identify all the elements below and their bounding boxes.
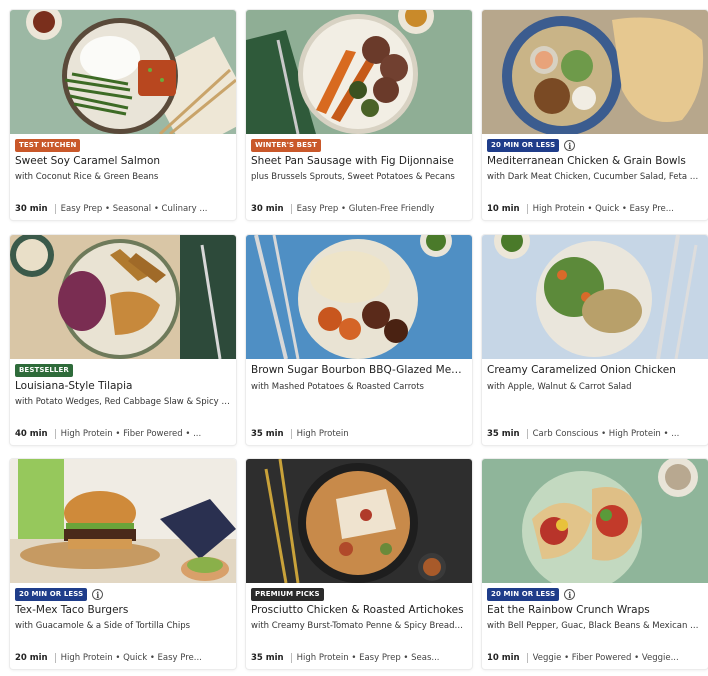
recipe-subtitle: with Creamy Burst-Tomato Penne & Spicy B… [251,621,466,631]
prep-time: 40 min [15,429,48,439]
recipe-meta: 10 min High Protein • Quick • Easy Pre..… [487,204,702,214]
divider [54,204,56,214]
divider [290,653,292,663]
recipe-photo[interactable] [10,10,236,134]
recipe-tags: High Protein • Fiber Powered • ... [60,429,202,439]
prep-time: 10 min [487,653,520,663]
badge-row: WINTER'S BEST [251,139,321,152]
recipe-photo[interactable] [10,459,236,583]
prep-time: 35 min [487,429,520,439]
recipe-card-creamy-caramelized-onion-chicken[interactable]: Creamy Caramelized Onion Chicken with Ap… [482,235,708,445]
divider [290,204,292,214]
recipe-title[interactable]: Brown Sugar Bourbon BBQ-Glazed Meat... [251,364,466,376]
prep-time: 20 min [15,653,48,663]
badge-row: 20 MIN OR LESS i [487,588,576,601]
info-icon[interactable]: i [564,589,576,600]
recipe-card-brown-sugar-bourbon-bbq-meatloaf[interactable]: Brown Sugar Bourbon BBQ-Glazed Meat... w… [246,235,472,445]
recipe-tags: Easy Prep • Gluten-Free Friendly [296,204,435,214]
recipe-badge: BESTSELLER [15,364,73,377]
recipe-meta: 40 min High Protein • Fiber Powered • ..… [15,429,230,439]
prep-time: 30 min [15,204,48,214]
recipe-badge: 20 MIN OR LESS [15,588,88,601]
recipe-title[interactable]: Eat the Rainbow Crunch Wraps [487,604,702,616]
divider [526,429,528,439]
recipe-tags: Carb Conscious • High Protein • ... [532,429,680,439]
recipe-grid: TEST KITCHEN Sweet Soy Caramel Salmon wi… [0,0,708,676]
badge-row: 20 MIN OR LESS i [15,588,104,601]
recipe-card-eat-the-rainbow-crunch-wraps[interactable]: 20 MIN OR LESS i Eat the Rainbow Crunch … [482,459,708,669]
recipe-subtitle: with Guacamole & a Side of Tortilla Chip… [15,621,191,631]
recipe-subtitle: plus Brussels Sprouts, Sweet Potatoes & … [251,172,455,182]
recipe-title[interactable]: Sweet Soy Caramel Salmon [15,155,230,167]
recipe-photo[interactable] [10,235,236,359]
recipe-card-prosciutto-chicken[interactable]: PREMIUM PICKS Prosciutto Chicken & Roast… [246,459,472,669]
recipe-tags: High Protein • Easy Prep • Seas... [296,653,440,663]
recipe-meta: 35 min High Protein [251,429,466,439]
recipe-card-sweet-soy-caramel-salmon[interactable]: TEST KITCHEN Sweet Soy Caramel Salmon wi… [10,10,236,220]
recipe-photo[interactable] [482,10,708,134]
divider [526,204,528,214]
recipe-tags: Veggie • Fiber Powered • Veggie... [532,653,679,663]
badge-row: TEST KITCHEN [15,139,81,152]
prep-time: 30 min [251,204,284,214]
recipe-card-tex-mex-taco-burgers[interactable]: 20 MIN OR LESS i Tex-Mex Taco Burgers wi… [10,459,236,669]
divider [54,653,56,663]
info-icon[interactable]: i [92,589,104,600]
prep-time: 10 min [487,204,520,214]
recipe-badge: PREMIUM PICKS [251,588,324,601]
recipe-subtitle: with Apple, Walnut & Carrot Salad [487,382,632,392]
divider [526,653,528,663]
recipe-subtitle: with Bell Pepper, Guac, Black Beans & Me… [487,621,702,631]
recipe-meta: 35 min Carb Conscious • High Protein • .… [487,429,702,439]
divider [54,429,56,439]
recipe-subtitle: with Dark Meat Chicken, Cucumber Salad, … [487,172,702,182]
divider [290,429,292,439]
badge-row: PREMIUM PICKS [251,588,324,601]
recipe-tags: High Protein • Quick • Easy Pre... [60,653,202,663]
recipe-photo[interactable] [482,459,708,583]
recipe-badge: WINTER'S BEST [251,139,321,152]
recipe-meta: 30 min Easy Prep • Gluten-Free Friendly [251,204,466,214]
badge-row: 20 MIN OR LESS i [487,139,576,152]
recipe-card-sheet-pan-sausage[interactable]: WINTER'S BEST Sheet Pan Sausage with Fig… [246,10,472,220]
recipe-photo[interactable] [482,235,708,359]
recipe-subtitle: with Potato Wedges, Red Cabbage Slaw & S… [15,397,230,407]
recipe-meta: 30 min Easy Prep • Seasonal • Culinary .… [15,204,230,214]
recipe-meta: 10 min Veggie • Fiber Powered • Veggie..… [487,653,702,663]
recipe-badge: TEST KITCHEN [15,139,81,152]
prep-time: 35 min [251,429,284,439]
recipe-photo[interactable] [246,459,472,583]
recipe-subtitle: with Mashed Potatoes & Roasted Carrots [251,382,424,392]
recipe-title[interactable]: Sheet Pan Sausage with Fig Dijonnaise [251,155,466,167]
recipe-photo[interactable] [246,10,472,134]
recipe-card-mediterranean-chicken-bowls[interactable]: 20 MIN OR LESS i Mediterranean Chicken &… [482,10,708,220]
prep-time: 35 min [251,653,284,663]
recipe-subtitle: with Coconut Rice & Green Beans [15,172,159,182]
recipe-tags: High Protein • Quick • Easy Pre... [532,204,674,214]
recipe-badge: 20 MIN OR LESS [487,588,560,601]
recipe-meta: 35 min High Protein • Easy Prep • Seas..… [251,653,466,663]
recipe-card-louisiana-style-tilapia[interactable]: BESTSELLER Louisiana-Style Tilapia with … [10,235,236,445]
info-icon[interactable]: i [564,140,576,151]
recipe-meta: 20 min High Protein • Quick • Easy Pre..… [15,653,230,663]
recipe-tags: Easy Prep • Seasonal • Culinary ... [60,204,208,214]
recipe-tags: High Protein [296,429,349,439]
recipe-badge: 20 MIN OR LESS [487,139,560,152]
badge-row: BESTSELLER [15,364,73,377]
recipe-title[interactable]: Prosciutto Chicken & Roasted Artichokes [251,604,466,616]
recipe-title[interactable]: Louisiana-Style Tilapia [15,380,230,392]
recipe-title[interactable]: Mediterranean Chicken & Grain Bowls [487,155,702,167]
recipe-photo[interactable] [246,235,472,359]
recipe-title[interactable]: Creamy Caramelized Onion Chicken [487,364,702,376]
recipe-title[interactable]: Tex-Mex Taco Burgers [15,604,230,616]
